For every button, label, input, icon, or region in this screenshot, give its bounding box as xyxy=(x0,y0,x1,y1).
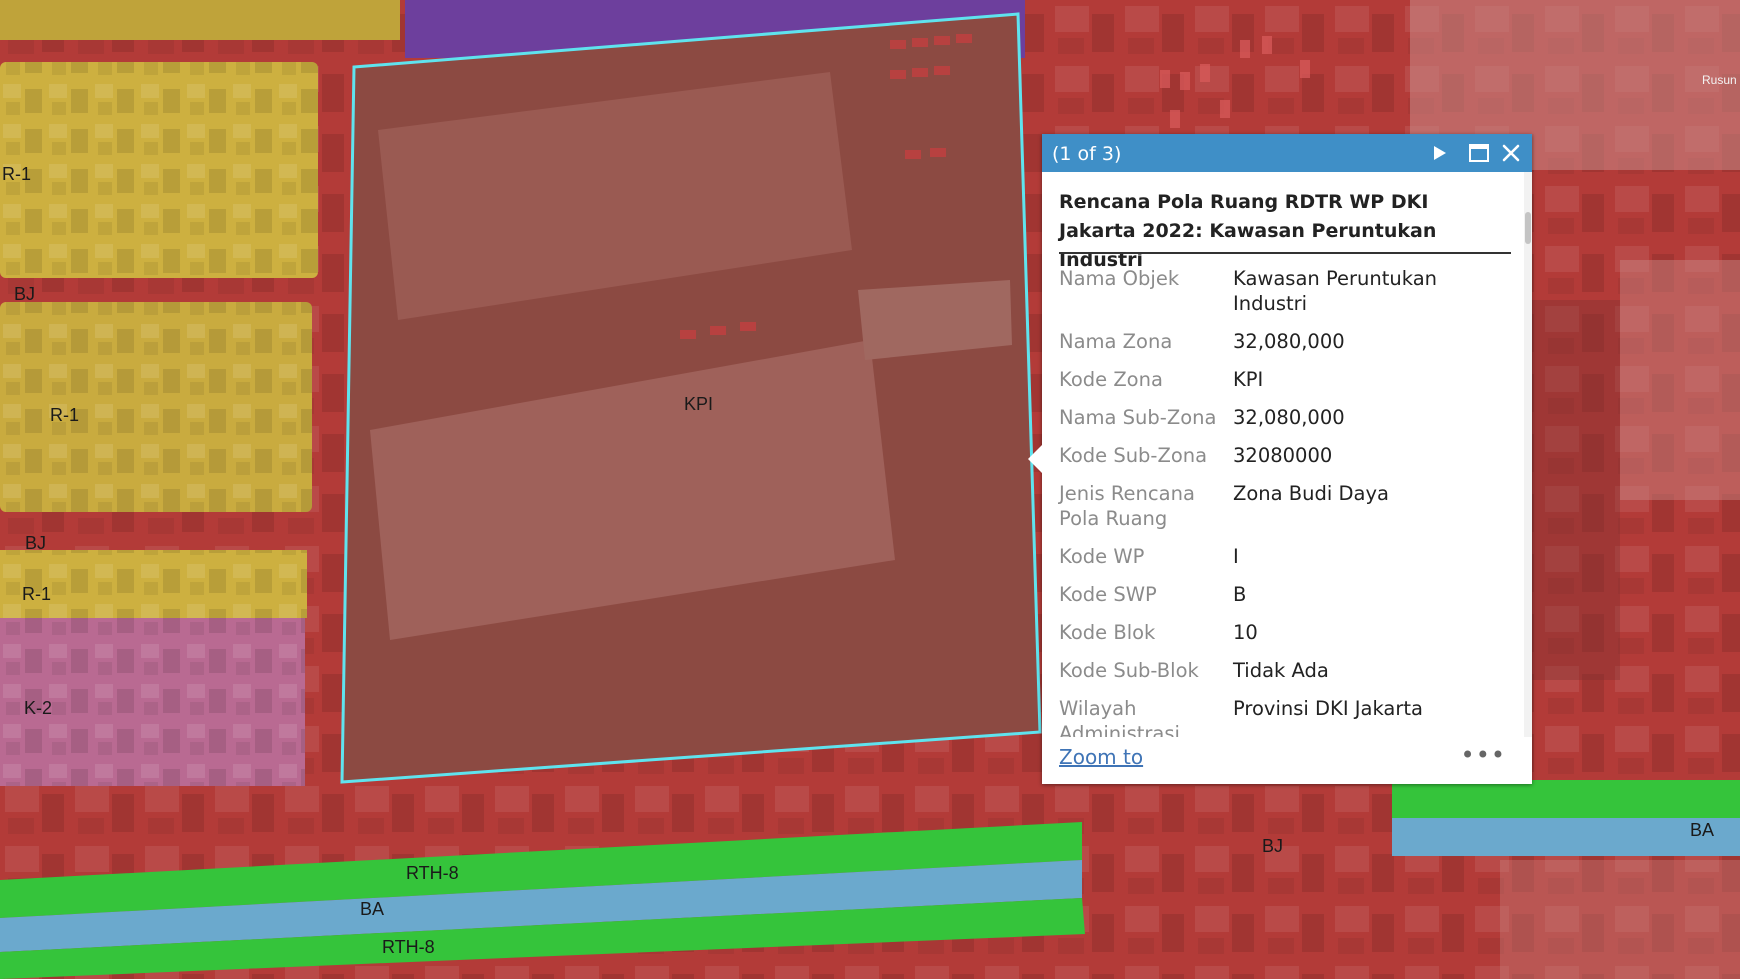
zone-rth-right xyxy=(1392,780,1740,818)
attribute-table: Nama Objek Kawasan Peruntukan Industri Nam… xyxy=(1059,266,1511,737)
zone-label: K-2 xyxy=(24,698,53,718)
attribute-key: Kode Zona xyxy=(1059,368,1163,391)
attribute-key: Kode WP xyxy=(1059,545,1145,568)
attribute-row: Kode Zona KPI xyxy=(1059,367,1511,405)
next-feature-button[interactable] xyxy=(1426,140,1452,166)
map-place-label: Rusun xyxy=(1702,73,1737,87)
attribute-value: 32,080,000 xyxy=(1233,330,1345,353)
attribute-value: 10 xyxy=(1233,621,1258,644)
attribute-row: Nama Objek Kawasan Peruntukan Industri xyxy=(1059,266,1511,329)
attribute-row: Nama Zona 32,080,000 xyxy=(1059,329,1511,367)
attribute-value: Zona Budi Daya xyxy=(1233,482,1389,505)
divider xyxy=(1059,252,1511,254)
zone-label: RTH-8 xyxy=(406,863,459,883)
zone-label: BJ xyxy=(1262,836,1284,856)
more-actions-button[interactable]: ••• xyxy=(1461,741,1506,769)
popup-pointer xyxy=(1028,445,1042,473)
attribute-key: Kode Sub-Blok xyxy=(1059,659,1199,682)
maximize-icon xyxy=(1469,144,1489,162)
scrollbar-thumb[interactable] xyxy=(1525,212,1531,244)
attribute-key: Kode Blok xyxy=(1059,621,1156,644)
attribute-row: Kode WP I xyxy=(1059,544,1511,582)
attribute-row: Nama Sub-Zona 32,080,000 xyxy=(1059,405,1511,443)
attribute-key: Nama Sub-Zona xyxy=(1059,406,1217,429)
attribute-key: Kode Sub-Zona xyxy=(1059,444,1208,467)
feature-popup: (1 of 3) Rencana Pola Ruang RDTR WP DKI … xyxy=(1028,134,1532,784)
attribute-key: Wilayah Administrasi xyxy=(1059,697,1180,737)
zone-label: BJ xyxy=(14,284,36,304)
zone-label: R-1 xyxy=(22,584,52,604)
zone-label: RTH-8 xyxy=(382,937,435,957)
attribute-value: 32080000 xyxy=(1233,444,1333,467)
popup-header: (1 of 3) xyxy=(1042,134,1532,172)
close-icon xyxy=(1502,144,1520,162)
attribute-value: 32,080,000 xyxy=(1233,406,1345,429)
attribute-value: I xyxy=(1233,545,1239,568)
attribute-row: Jenis Rencana Pola Ruang Zona Budi Daya xyxy=(1059,481,1511,544)
zone-water-right xyxy=(1392,818,1740,856)
zone-label: BA xyxy=(360,899,385,919)
attribute-row: Wilayah Administrasi Provinsi DKI Jakarta xyxy=(1059,696,1511,737)
dock-button[interactable] xyxy=(1466,140,1492,166)
popup-content[interactable]: Rencana Pola Ruang RDTR WP DKI Jakarta 2… xyxy=(1042,172,1532,737)
popup-footer: Zoom to ••• xyxy=(1042,737,1532,784)
attribute-key: Nama Zona xyxy=(1059,330,1173,353)
attribute-key: Jenis Rencana Pola Ruang xyxy=(1059,482,1195,530)
attribute-value: KPI xyxy=(1233,368,1264,391)
attribute-row: Kode Blok 10 xyxy=(1059,620,1511,658)
attribute-value: Kawasan Peruntukan Industri xyxy=(1233,267,1438,315)
zone-label: R-1 xyxy=(50,405,80,425)
attribute-row: Kode SWP B xyxy=(1059,582,1511,620)
play-icon xyxy=(1434,146,1446,160)
zone-label: R-1 xyxy=(2,164,32,184)
zone-label: KPI xyxy=(684,394,714,414)
popup-scrollbar[interactable] xyxy=(1524,172,1532,737)
attribute-value: Tidak Ada xyxy=(1233,659,1329,682)
attribute-row: Kode Sub-Zona 32080000 xyxy=(1059,443,1511,481)
close-button[interactable] xyxy=(1498,140,1524,166)
attribute-key: Nama Objek xyxy=(1059,267,1180,290)
popup-title: Rencana Pola Ruang RDTR WP DKI Jakarta 2… xyxy=(1059,191,1437,271)
attribute-value: Provinsi DKI Jakarta xyxy=(1233,697,1423,720)
zoom-to-link[interactable]: Zoom to xyxy=(1059,745,1143,769)
zone-residential-top xyxy=(0,0,400,40)
zone-label: BJ xyxy=(25,533,47,553)
zone-label: BA xyxy=(1690,820,1715,840)
attribute-row: Kode Sub-Blok Tidak Ada xyxy=(1059,658,1511,696)
feature-count: (1 of 3) xyxy=(1052,143,1122,165)
attribute-value: B xyxy=(1233,583,1247,606)
attribute-key: Kode SWP xyxy=(1059,583,1157,606)
